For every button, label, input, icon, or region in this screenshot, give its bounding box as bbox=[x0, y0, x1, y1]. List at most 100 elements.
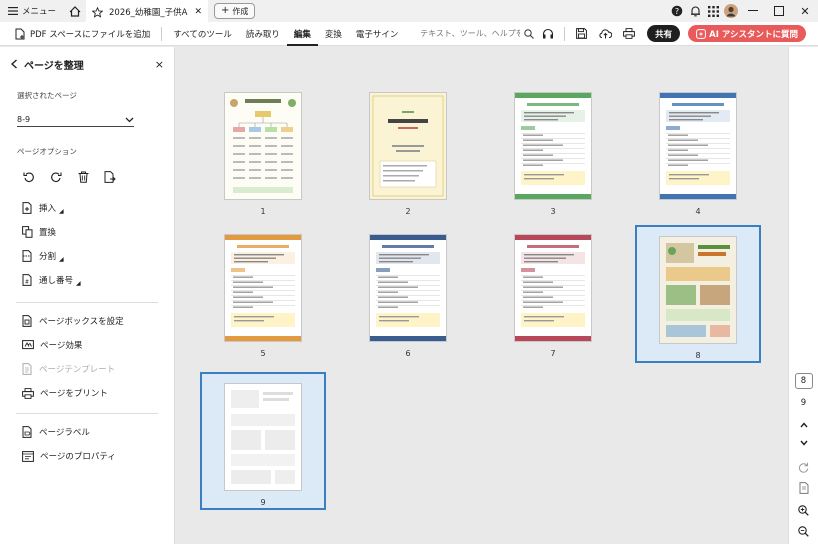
page-preview-image bbox=[660, 237, 736, 343]
page-preview-image bbox=[370, 235, 446, 341]
search-input[interactable] bbox=[420, 29, 521, 38]
minimize-icon[interactable] bbox=[740, 0, 766, 22]
divider bbox=[564, 26, 566, 41]
insert-label: 挿入 bbox=[39, 204, 57, 214]
current-page-input[interactable]: 8 bbox=[794, 373, 813, 389]
tab-e-sign[interactable]: 電子サイン bbox=[349, 22, 406, 46]
page-thumbnail[interactable]: 3 bbox=[490, 83, 616, 221]
title-bar: メニュー 2026_幼稚園_子供A... ✕ + 作成 ? ✕ bbox=[0, 0, 818, 22]
headphones-icon[interactable] bbox=[536, 22, 560, 46]
set-page-box-menu-item[interactable]: ページボックスを設定 bbox=[0, 309, 174, 333]
document-tab[interactable]: 2026_幼稚園_子供A... ✕ bbox=[86, 0, 209, 22]
new-tab-label: 作成 bbox=[232, 6, 249, 16]
page-number-label: 2 bbox=[405, 207, 411, 216]
help-icon[interactable]: ? bbox=[668, 0, 686, 22]
divider bbox=[161, 26, 163, 41]
page-label-icon bbox=[22, 426, 33, 438]
page-effects-icon bbox=[22, 339, 34, 351]
page-thumbnail[interactable]: 2 bbox=[345, 83, 471, 221]
page-thumbnail[interactable]: 7 bbox=[490, 225, 616, 363]
ai-assistant-button[interactable]: AI アシスタントに質問 bbox=[688, 25, 806, 42]
page-effects-label: ページ効果 bbox=[40, 341, 83, 351]
zoom-in-icon[interactable] bbox=[789, 502, 818, 518]
page-number-label: 8 bbox=[695, 351, 701, 360]
page-preview-image bbox=[515, 235, 591, 341]
search-icon[interactable] bbox=[524, 28, 535, 39]
back-arrow-icon[interactable] bbox=[10, 59, 18, 69]
page-number-label: 6 bbox=[405, 349, 411, 358]
page-preview-image bbox=[370, 93, 446, 199]
page-effects-menu-item[interactable]: ページ効果 bbox=[0, 333, 174, 357]
page-labels-menu-item[interactable]: ページラベル bbox=[0, 420, 174, 444]
notification-bell-icon[interactable] bbox=[686, 0, 704, 22]
apps-grid-icon[interactable] bbox=[704, 0, 722, 22]
page-properties-menu-item[interactable]: ページのプロパティ bbox=[0, 444, 174, 468]
bates-numbering-menu-item[interactable]: # 通し番号 ◢ bbox=[0, 268, 174, 292]
split-label: 分割 bbox=[39, 252, 57, 262]
refresh-icon[interactable] bbox=[789, 459, 818, 475]
panel-title: ページを整理 bbox=[24, 60, 84, 72]
submenu-arrow-icon: ◢ bbox=[59, 255, 64, 263]
page-number-label: 3 bbox=[550, 207, 556, 216]
page-thumbnail[interactable]: 5 bbox=[200, 225, 326, 363]
page-thumbnail-icon[interactable] bbox=[789, 480, 818, 496]
rotate-right-icon[interactable] bbox=[49, 170, 63, 184]
avatar[interactable] bbox=[722, 0, 740, 22]
print-pages-menu-item[interactable]: ページをプリント bbox=[0, 381, 174, 405]
page-number-label: 1 bbox=[260, 207, 266, 216]
zoom-out-icon[interactable] bbox=[789, 523, 818, 539]
add-to-space-button[interactable]: PDF スペースにファイルを追加 bbox=[0, 22, 157, 46]
extract-pages-icon[interactable] bbox=[103, 170, 117, 184]
ai-assistant-label: AI アシスタントに質問 bbox=[709, 29, 798, 40]
chevron-down-icon[interactable] bbox=[789, 436, 818, 450]
page-thumbnail[interactable]: 9 bbox=[200, 372, 326, 510]
page-properties-icon bbox=[22, 450, 34, 462]
close-window-icon[interactable]: ✕ bbox=[792, 0, 818, 22]
trash-icon[interactable] bbox=[76, 170, 90, 184]
page-thumbnail[interactable]: 4 bbox=[635, 83, 761, 221]
split-menu-item[interactable]: 分割 ◢ bbox=[0, 244, 174, 268]
selected-pages-value: 8-9 bbox=[17, 115, 31, 124]
right-navigation-bar: 8 9 bbox=[788, 47, 818, 544]
new-tab-button[interactable]: + 作成 bbox=[214, 3, 256, 19]
submenu-arrow-icon: ◢ bbox=[76, 279, 81, 287]
share-button[interactable]: 共有 bbox=[647, 25, 681, 42]
replace-menu-item[interactable]: 置換 bbox=[0, 220, 174, 244]
tab-convert[interactable]: 変換 bbox=[318, 22, 349, 46]
page-number-label: 4 bbox=[695, 207, 701, 216]
page-thumbnail[interactable]: 6 bbox=[345, 225, 471, 363]
print-icon bbox=[22, 387, 34, 399]
close-panel-icon[interactable]: × bbox=[155, 58, 164, 71]
chevron-up-icon[interactable] bbox=[789, 418, 818, 432]
page-thumbnail[interactable]: 1 bbox=[200, 83, 326, 221]
divider bbox=[16, 413, 158, 414]
print-icon[interactable] bbox=[617, 22, 641, 46]
menu-button[interactable]: メニュー bbox=[0, 0, 64, 22]
replace-page-icon bbox=[22, 226, 33, 238]
menu-label: メニュー bbox=[22, 7, 57, 17]
tab-edit[interactable]: 編集 bbox=[286, 22, 318, 46]
maximize-icon[interactable] bbox=[766, 0, 792, 22]
page-thumbnail[interactable]: 8 bbox=[635, 225, 761, 363]
insert-menu-item[interactable]: 挿入 ◢ bbox=[0, 196, 174, 220]
search-box[interactable] bbox=[414, 28, 536, 39]
home-icon[interactable] bbox=[64, 0, 86, 22]
rotate-left-icon[interactable] bbox=[22, 170, 36, 184]
page-templates-menu-item: ページテンプレート bbox=[0, 357, 174, 381]
save-icon[interactable] bbox=[569, 22, 593, 46]
add-to-space-label: PDF スペースにファイルを追加 bbox=[30, 29, 151, 40]
submenu-arrow-icon: ◢ bbox=[59, 207, 64, 215]
close-tab-icon[interactable]: ✕ bbox=[194, 7, 202, 17]
file-add-icon bbox=[14, 28, 26, 40]
tab-read[interactable]: 読み取り bbox=[239, 22, 287, 46]
selected-pages-dropdown[interactable]: 8-9 bbox=[17, 113, 134, 127]
page-preview-image bbox=[515, 93, 591, 199]
tab-all-tools[interactable]: すべてのツール bbox=[166, 22, 239, 46]
page-template-icon bbox=[22, 363, 33, 375]
page-labels-label: ページラベル bbox=[39, 428, 90, 438]
star-icon[interactable] bbox=[92, 6, 104, 18]
ai-sparkle-icon bbox=[696, 28, 707, 39]
organize-pages-panel: ページを整理 × 選択されたページ 8-9 ページオプション 挿入 ◢ 置換 分… bbox=[0, 47, 175, 544]
upload-cloud-icon[interactable] bbox=[593, 22, 617, 46]
page-number-label: 7 bbox=[550, 349, 556, 358]
